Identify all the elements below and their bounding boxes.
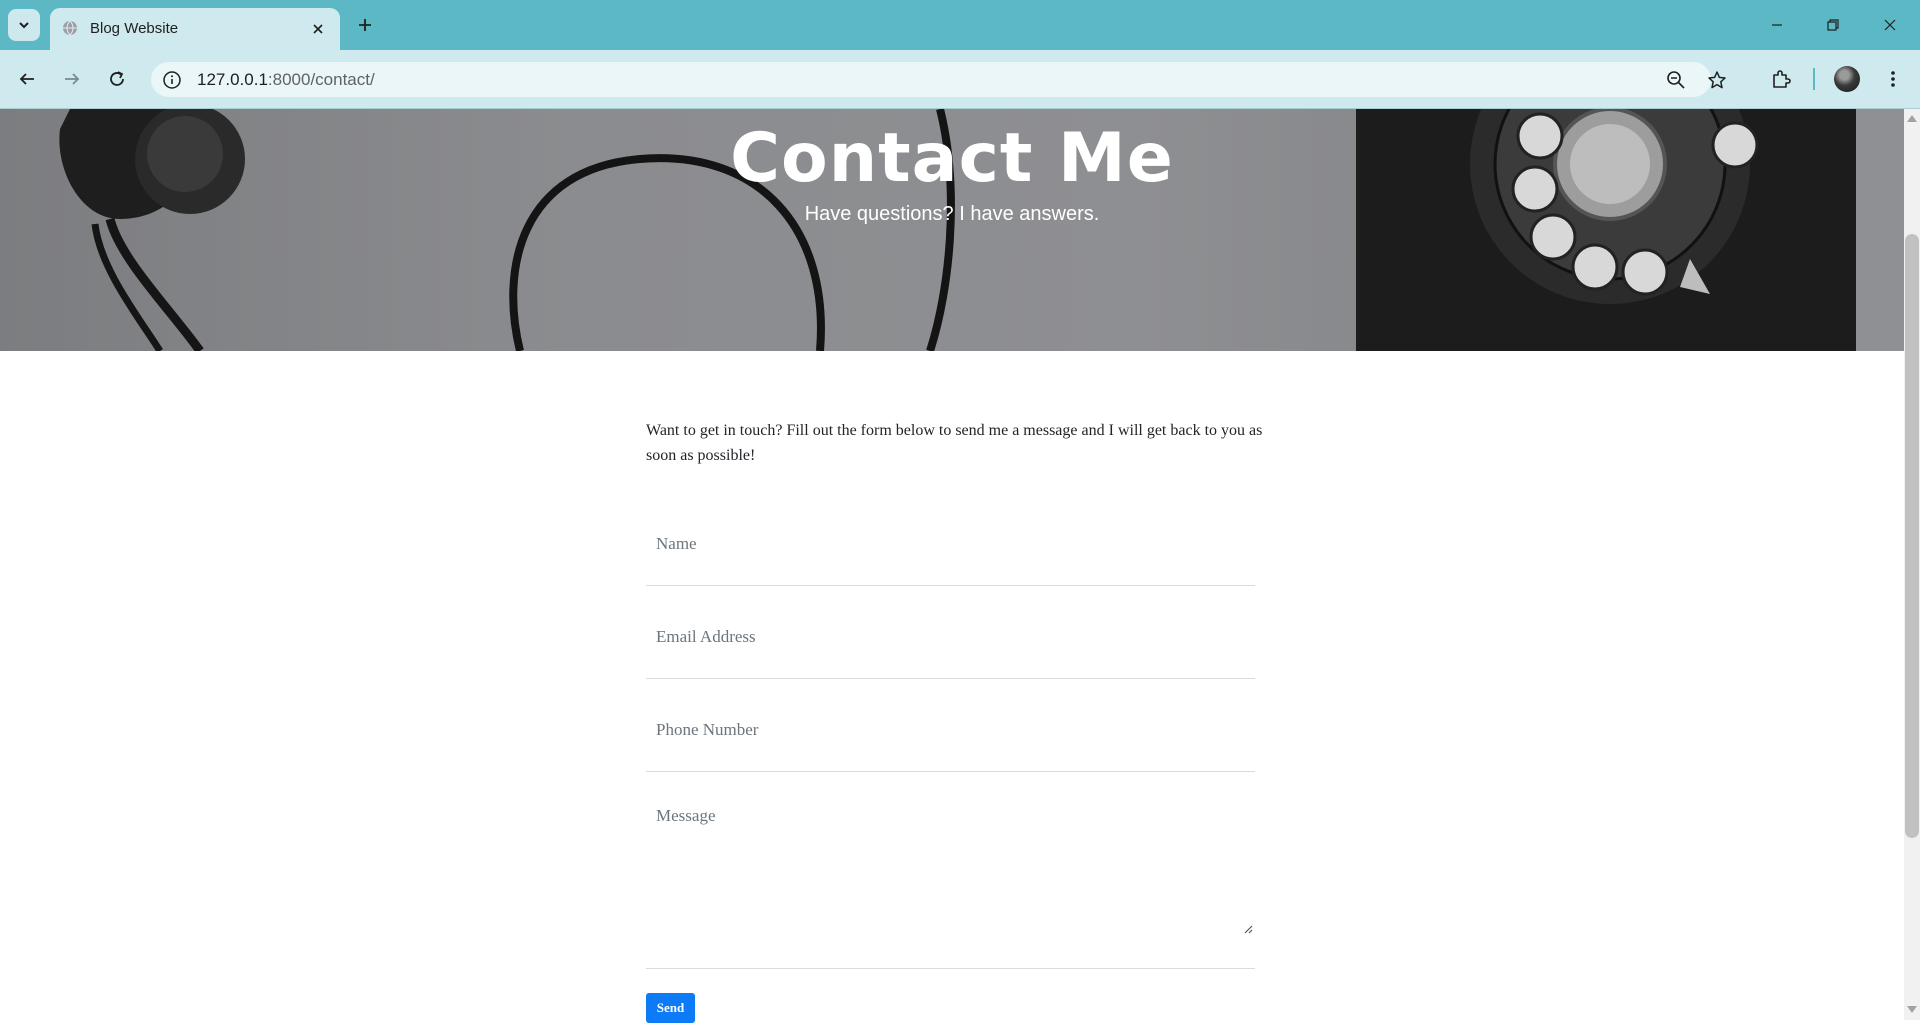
toolbar-divider bbox=[1813, 68, 1815, 90]
tab-strip: Blog Website bbox=[0, 0, 1920, 50]
reload-icon bbox=[110, 71, 124, 86]
back-button[interactable] bbox=[11, 63, 43, 95]
bookmark-button[interactable] bbox=[1705, 68, 1729, 92]
name-field[interactable] bbox=[646, 512, 1255, 586]
minimize-button[interactable] bbox=[1754, 10, 1800, 40]
close-icon bbox=[1884, 19, 1896, 31]
restore-button[interactable] bbox=[1810, 10, 1856, 40]
email-field[interactable] bbox=[646, 605, 1255, 679]
message-field[interactable] bbox=[646, 790, 1255, 969]
globe-icon bbox=[63, 20, 77, 36]
tab-close-button[interactable] bbox=[308, 19, 328, 39]
email-input[interactable] bbox=[646, 613, 1255, 661]
name-input[interactable] bbox=[646, 520, 1255, 568]
site-info-icon[interactable] bbox=[161, 69, 183, 91]
phone-field[interactable] bbox=[646, 698, 1255, 772]
forward-button[interactable] bbox=[56, 63, 88, 95]
send-button[interactable]: Send bbox=[646, 993, 695, 1023]
browser-toolbar: 127.0.0.1:8000/contact/ bbox=[0, 50, 1920, 109]
minimize-icon bbox=[1772, 24, 1782, 26]
phone-input[interactable] bbox=[646, 706, 1255, 754]
arrow-left-icon bbox=[19, 73, 34, 85]
zoom-button[interactable] bbox=[1664, 68, 1688, 92]
url-path: :8000/contact/ bbox=[267, 70, 375, 89]
tab-search-button[interactable] bbox=[8, 9, 40, 41]
chevron-down-icon bbox=[19, 22, 29, 29]
address-bar[interactable]: 127.0.0.1:8000/contact/ bbox=[151, 62, 1726, 97]
triangle-up-icon bbox=[1907, 115, 1917, 122]
triangle-down-icon bbox=[1907, 1006, 1917, 1013]
tab-title: Blog Website bbox=[90, 20, 179, 37]
resize-grip-icon[interactable] bbox=[1243, 924, 1253, 934]
scroll-up-button[interactable] bbox=[1906, 112, 1918, 124]
reload-button[interactable] bbox=[101, 63, 133, 95]
scrollbar-thumb[interactable] bbox=[1905, 234, 1919, 838]
url-text: 127.0.0.1:8000/contact/ bbox=[197, 70, 375, 90]
page-subtitle: Have questions? I have answers. bbox=[804, 203, 1100, 225]
tab-blog-website[interactable]: Blog Website bbox=[50, 8, 340, 50]
restore-icon bbox=[1827, 19, 1839, 31]
arrow-right-icon bbox=[65, 73, 80, 85]
new-tab-button[interactable] bbox=[352, 12, 378, 38]
url-host: 127.0.0.1 bbox=[197, 70, 268, 89]
profile-avatar[interactable] bbox=[1834, 66, 1860, 92]
menu-button[interactable] bbox=[1877, 63, 1909, 95]
intro-text: Want to get in touch? Fill out the form … bbox=[646, 422, 1263, 464]
window-close-button[interactable] bbox=[1867, 10, 1913, 40]
page-title: Contact Me bbox=[730, 119, 1174, 198]
star-icon bbox=[1708, 71, 1726, 89]
extensions-button[interactable] bbox=[1765, 63, 1797, 95]
message-textarea[interactable] bbox=[646, 790, 1255, 940]
more-vertical-icon bbox=[1891, 71, 1895, 87]
plus-icon bbox=[359, 19, 371, 31]
puzzle-icon bbox=[1773, 70, 1791, 88]
close-icon bbox=[313, 24, 323, 34]
scroll-down-button[interactable] bbox=[1906, 1004, 1918, 1016]
zoom-out-icon bbox=[1667, 71, 1685, 89]
masthead: Contact Me Have questions? I have answer… bbox=[0, 109, 1904, 351]
